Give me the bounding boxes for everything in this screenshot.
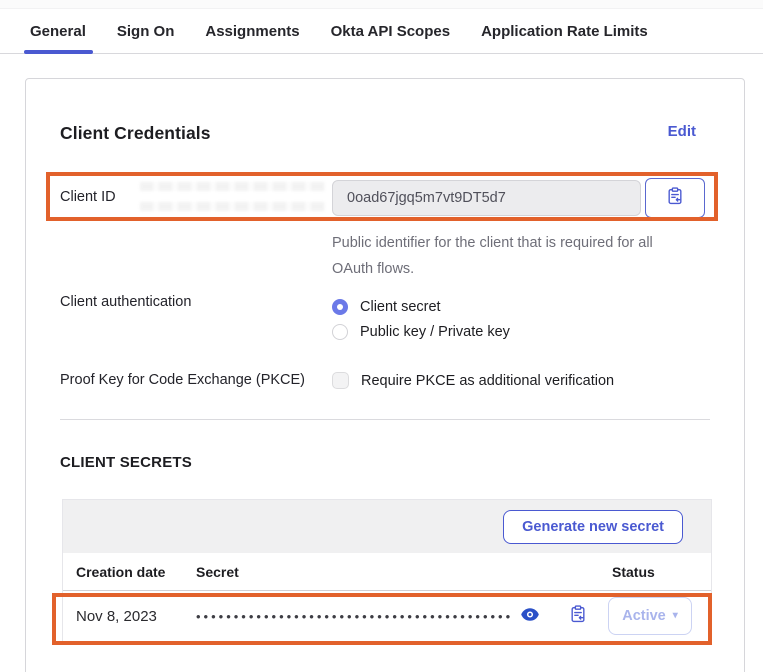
client-credentials-card: Client Credentials Edit Client ID	[25, 78, 745, 672]
column-header-creation-date: Creation date	[76, 564, 196, 580]
client-id-field-column: Public identifier for the client that is…	[332, 180, 710, 282]
reveal-secret-button[interactable]	[521, 608, 539, 625]
status-dropdown-button[interactable]: Active ▾	[608, 597, 692, 635]
section-divider	[60, 419, 710, 420]
column-header-secret: Secret	[196, 564, 608, 580]
table-row: Nov 8, 2023 ••••••••••••••••••••••••••••…	[63, 591, 711, 641]
pkce-row: Proof Key for Code Exchange (PKCE) Requi…	[60, 372, 710, 389]
client-secrets-table: Generate new secret Creation date Secret…	[62, 499, 712, 642]
chevron-down-icon: ▾	[673, 611, 678, 621]
client-id-row: Client ID Public identifi	[60, 180, 710, 282]
table-header-row: Creation date Secret Status	[63, 553, 711, 591]
radio-unselected-icon[interactable]	[332, 324, 348, 340]
radio-option-client-secret[interactable]: Client secret	[332, 294, 510, 319]
eye-icon	[521, 608, 539, 625]
client-authentication-options: Client secret Public key / Private key	[332, 294, 510, 344]
tab-application-rate-limits[interactable]: Application Rate Limits	[481, 9, 648, 53]
clipboard-copy-icon	[666, 187, 684, 209]
masked-secret-value: ••••••••••••••••••••••••••••••••••••••••…	[196, 609, 513, 624]
radio-selected-icon[interactable]	[332, 299, 348, 315]
tab-sign-on[interactable]: Sign On	[117, 9, 175, 53]
client-authentication-row: Client authentication Client secret Publ…	[60, 294, 710, 344]
tab-assignments[interactable]: Assignments	[205, 9, 299, 53]
client-id-label: Client ID	[60, 180, 332, 282]
clipboard-copy-icon	[569, 605, 587, 627]
status-cell: Active ▾	[608, 597, 694, 635]
secret-cell: ••••••••••••••••••••••••••••••••••••••••…	[196, 605, 608, 627]
pkce-label: Proof Key for Code Exchange (PKCE)	[60, 372, 332, 389]
tab-general[interactable]: General	[30, 9, 86, 53]
radio-option-label: Client secret	[360, 299, 441, 315]
pkce-checkbox-option[interactable]: Require PKCE as additional verification	[332, 372, 614, 389]
copy-secret-button[interactable]	[569, 605, 587, 627]
tab-bar: General Sign On Assignments Okta API Sco…	[0, 9, 763, 54]
radio-option-label: Public key / Private key	[360, 324, 510, 340]
checkbox-unchecked-icon[interactable]	[332, 372, 349, 389]
tab-okta-api-scopes[interactable]: Okta API Scopes	[331, 9, 451, 53]
client-authentication-label: Client authentication	[60, 294, 332, 344]
column-header-status: Status	[608, 564, 694, 580]
section-title-client-credentials: Client Credentials	[60, 123, 211, 144]
creation-date-cell: Nov 8, 2023	[76, 608, 196, 625]
client-credentials-header: Client Credentials Edit	[60, 79, 710, 144]
pkce-checkbox-label: Require PKCE as additional verification	[361, 373, 614, 389]
section-title-client-secrets: CLIENT SECRETS	[60, 454, 710, 471]
edit-link[interactable]: Edit	[668, 123, 696, 140]
generate-new-secret-button[interactable]: Generate new secret	[503, 510, 683, 544]
status-badge: Active	[622, 608, 666, 624]
top-strip	[0, 0, 763, 9]
radio-option-public-private-key[interactable]: Public key / Private key	[332, 319, 510, 344]
copy-client-id-button[interactable]	[645, 178, 705, 218]
table-toolbar: Generate new secret	[63, 500, 711, 553]
client-id-help-text: Public identifier for the client that is…	[332, 230, 684, 282]
client-id-input[interactable]	[332, 180, 641, 216]
